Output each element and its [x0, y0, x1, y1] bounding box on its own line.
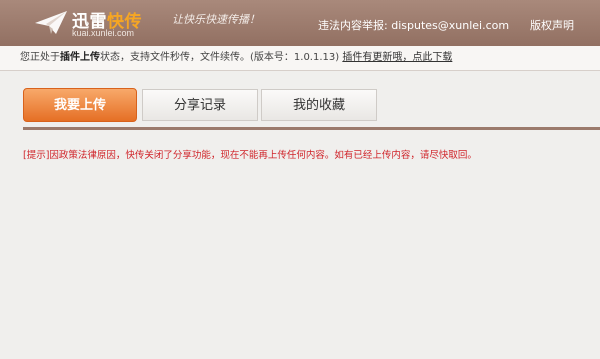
report-email[interactable]: disputes@xunlei.com: [391, 19, 509, 32]
main-content: 我要上传 分享记录 我的收藏 [提示]因政策法律原因，快传关闭了分享功能，现在不…: [0, 71, 600, 359]
paper-plane-icon: [35, 11, 67, 34]
slogan: 让快乐快速传播！: [172, 13, 260, 26]
info-text-after: 状态，支持文件秒传，文件续传。(版本号：1.0.1.13): [100, 52, 340, 63]
info-text-before: 您正处于: [20, 52, 60, 63]
copyright-link[interactable]: 版权声明: [530, 17, 574, 33]
report-contact[interactable]: 违法内容举报: disputes@xunlei.com: [318, 17, 509, 33]
notice-text: [提示]因政策法律原因，快传关闭了分享功能，现在不能再上传任何内容。如有已经上传…: [23, 150, 477, 161]
tab-share-history[interactable]: 分享记录: [142, 89, 258, 121]
tab-favorites[interactable]: 我的收藏: [261, 89, 377, 121]
header: 迅雷快传 kuai.xunlei.com 让快乐快速传播！ 违法内容举报: di…: [0, 0, 600, 46]
update-download-link[interactable]: 插件有更新哦，点此下载: [342, 52, 452, 63]
logo-domain: kuai.xunlei.com: [72, 28, 135, 38]
tab-upload[interactable]: 我要上传: [23, 88, 137, 122]
report-label: 违法内容举报:: [318, 19, 388, 32]
logo[interactable]: 迅雷快传 kuai.xunlei.com: [34, 6, 164, 40]
upload-mode-status: 插件上传: [60, 52, 100, 63]
tab-divider: [23, 127, 600, 130]
info-bar: 您正处于插件上传状态，支持文件秒传，文件续传。(版本号：1.0.1.13) 插件…: [0, 46, 600, 71]
